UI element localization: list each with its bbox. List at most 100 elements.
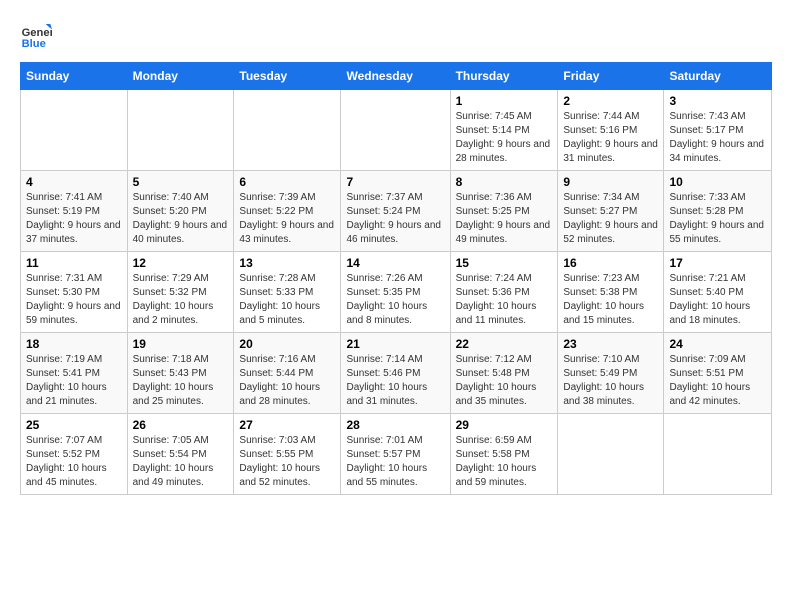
day-number: 8 [456, 175, 553, 189]
day-cell: 1 Sunrise: 7:45 AMSunset: 5:14 PMDaylight… [450, 90, 558, 171]
day-number: 11 [26, 256, 122, 270]
day-info: Sunrise: 7:45 AMSunset: 5:14 PMDaylight:… [456, 110, 553, 166]
day-info: Sunrise: 7:12 AMSunset: 5:48 PMDaylight:… [456, 353, 553, 409]
day-cell: 28 Sunrise: 7:01 AMSunset: 5:57 PMDayligh… [341, 414, 450, 495]
day-number: 12 [133, 256, 229, 270]
day-info: Sunrise: 7:29 AMSunset: 5:32 PMDaylight:… [133, 272, 229, 328]
day-number: 17 [669, 256, 766, 270]
day-info: Sunrise: 7:36 AMSunset: 5:25 PMDaylight:… [456, 191, 553, 247]
header-cell-friday: Friday [558, 63, 664, 90]
calendar-table: SundayMondayTuesdayWednesdayThursdayFrid… [20, 62, 772, 495]
day-number: 16 [563, 256, 658, 270]
day-cell: 2 Sunrise: 7:44 AMSunset: 5:16 PMDaylight… [558, 90, 664, 171]
day-number: 27 [239, 418, 335, 432]
week-row-5: 25Sunrise: 7:07 AMSunset: 5:52 PMDayligh… [21, 414, 772, 495]
svg-text:Blue: Blue [22, 38, 46, 50]
day-cell: 27Sunrise: 7:03 AMSunset: 5:55 PMDayligh… [234, 414, 341, 495]
day-info: Sunrise: 7:10 AMSunset: 5:49 PMDaylight:… [563, 353, 658, 409]
day-info: Sunrise: 7:07 AMSunset: 5:52 PMDaylight:… [26, 434, 122, 490]
day-cell: 5Sunrise: 7:40 AMSunset: 5:20 PMDaylight… [127, 171, 234, 252]
day-number: 29 [456, 418, 553, 432]
day-cell: 23 Sunrise: 7:10 AMSunset: 5:49 PMDayligh… [558, 333, 664, 414]
day-cell [127, 90, 234, 171]
svg-text:General: General [22, 27, 52, 39]
day-number: 19 [133, 337, 229, 351]
day-number: 21 [346, 337, 444, 351]
day-info: Sunrise: 7:23 AMSunset: 5:38 PMDaylight:… [563, 272, 658, 328]
day-info: Sunrise: 7:19 AMSunset: 5:41 PMDaylight:… [26, 353, 122, 409]
day-info: Sunrise: 7:24 AMSunset: 5:36 PMDaylight:… [456, 272, 553, 328]
day-info: Sunrise: 7:01 AMSunset: 5:57 PMDaylight:… [346, 434, 444, 490]
day-cell [234, 90, 341, 171]
day-number: 10 [669, 175, 766, 189]
day-info: Sunrise: 7:05 AMSunset: 5:54 PMDaylight:… [133, 434, 229, 490]
day-cell: 20 Sunrise: 7:16 AMSunset: 5:44 PMDayligh… [234, 333, 341, 414]
week-row-1: 1 Sunrise: 7:45 AMSunset: 5:14 PMDaylight… [21, 90, 772, 171]
day-cell: 12 Sunrise: 7:29 AMSunset: 5:32 PMDayligh… [127, 252, 234, 333]
week-row-2: 4 Sunrise: 7:41 AMSunset: 5:19 PMDaylight… [21, 171, 772, 252]
day-number: 26 [133, 418, 229, 432]
day-cell: 18 Sunrise: 7:19 AMSunset: 5:41 PMDayligh… [21, 333, 128, 414]
header-cell-wednesday: Wednesday [341, 63, 450, 90]
header-cell-monday: Monday [127, 63, 234, 90]
day-number: 14 [346, 256, 444, 270]
day-info: Sunrise: 6:59 AMSunset: 5:58 PMDaylight:… [456, 434, 553, 490]
day-info: Sunrise: 7:39 AMSunset: 5:22 PMDaylight:… [239, 191, 335, 247]
day-info: Sunrise: 7:34 AMSunset: 5:27 PMDaylight:… [563, 191, 658, 247]
day-info: Sunrise: 7:40 AMSunset: 5:20 PMDaylight:… [133, 191, 229, 247]
header-row: SundayMondayTuesdayWednesdayThursdayFrid… [21, 63, 772, 90]
calendar-body: 1 Sunrise: 7:45 AMSunset: 5:14 PMDaylight… [21, 90, 772, 495]
day-cell: 16 Sunrise: 7:23 AMSunset: 5:38 PMDayligh… [558, 252, 664, 333]
calendar-header: SundayMondayTuesdayWednesdayThursdayFrid… [21, 63, 772, 90]
day-number: 2 [563, 94, 658, 108]
day-info: Sunrise: 7:18 AMSunset: 5:43 PMDaylight:… [133, 353, 229, 409]
day-number: 9 [563, 175, 658, 189]
day-number: 22 [456, 337, 553, 351]
day-cell: 3 Sunrise: 7:43 AMSunset: 5:17 PMDaylight… [664, 90, 772, 171]
day-number: 20 [239, 337, 335, 351]
day-cell: 10 Sunrise: 7:33 AMSunset: 5:28 PMDayligh… [664, 171, 772, 252]
day-cell: 15 Sunrise: 7:24 AMSunset: 5:36 PMDayligh… [450, 252, 558, 333]
header-cell-tuesday: Tuesday [234, 63, 341, 90]
day-info: Sunrise: 7:31 AMSunset: 5:30 PMDaylight:… [26, 272, 122, 328]
day-info: Sunrise: 7:26 AMSunset: 5:35 PMDaylight:… [346, 272, 444, 328]
header-cell-saturday: Saturday [664, 63, 772, 90]
day-info: Sunrise: 7:09 AMSunset: 5:51 PMDaylight:… [669, 353, 766, 409]
day-cell: 8 Sunrise: 7:36 AMSunset: 5:25 PMDaylight… [450, 171, 558, 252]
day-info: Sunrise: 7:21 AMSunset: 5:40 PMDaylight:… [669, 272, 766, 328]
day-number: 4 [26, 175, 122, 189]
day-info: Sunrise: 7:28 AMSunset: 5:33 PMDaylight:… [239, 272, 335, 328]
day-cell: 7 Sunrise: 7:37 AMSunset: 5:24 PMDaylight… [341, 171, 450, 252]
day-cell: 17 Sunrise: 7:21 AMSunset: 5:40 PMDayligh… [664, 252, 772, 333]
day-cell [664, 414, 772, 495]
day-cell: 13Sunrise: 7:28 AMSunset: 5:33 PMDayligh… [234, 252, 341, 333]
day-info: Sunrise: 7:33 AMSunset: 5:28 PMDaylight:… [669, 191, 766, 247]
day-cell [341, 90, 450, 171]
day-cell: 25Sunrise: 7:07 AMSunset: 5:52 PMDayligh… [21, 414, 128, 495]
day-cell [558, 414, 664, 495]
day-info: Sunrise: 7:37 AMSunset: 5:24 PMDaylight:… [346, 191, 444, 247]
header-cell-thursday: Thursday [450, 63, 558, 90]
day-number: 23 [563, 337, 658, 351]
day-cell: 4 Sunrise: 7:41 AMSunset: 5:19 PMDaylight… [21, 171, 128, 252]
day-cell: 21Sunrise: 7:14 AMSunset: 5:46 PMDayligh… [341, 333, 450, 414]
day-info: Sunrise: 7:16 AMSunset: 5:44 PMDaylight:… [239, 353, 335, 409]
day-number: 7 [346, 175, 444, 189]
day-number: 1 [456, 94, 553, 108]
week-row-3: 11 Sunrise: 7:31 AMSunset: 5:30 PMDayligh… [21, 252, 772, 333]
day-number: 18 [26, 337, 122, 351]
page-header: General Blue [20, 20, 772, 52]
day-number: 15 [456, 256, 553, 270]
day-cell [21, 90, 128, 171]
logo: General Blue [20, 20, 56, 52]
day-info: Sunrise: 7:43 AMSunset: 5:17 PMDaylight:… [669, 110, 766, 166]
day-number: 6 [239, 175, 335, 189]
day-info: Sunrise: 7:44 AMSunset: 5:16 PMDaylight:… [563, 110, 658, 166]
day-number: 28 [346, 418, 444, 432]
day-cell: 26 Sunrise: 7:05 AMSunset: 5:54 PMDayligh… [127, 414, 234, 495]
day-cell: 19 Sunrise: 7:18 AMSunset: 5:43 PMDayligh… [127, 333, 234, 414]
day-number: 3 [669, 94, 766, 108]
header-cell-sunday: Sunday [21, 63, 128, 90]
day-info: Sunrise: 7:41 AMSunset: 5:19 PMDaylight:… [26, 191, 122, 247]
logo-icon: General Blue [20, 20, 52, 52]
